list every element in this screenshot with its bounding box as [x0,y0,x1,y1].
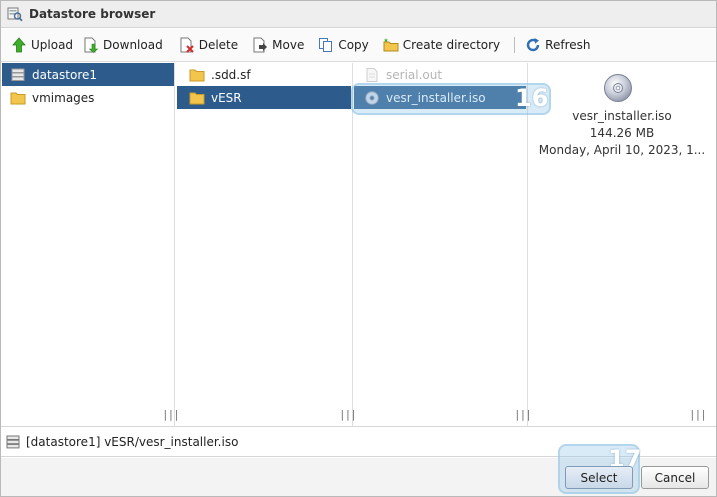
text-file-icon [364,67,380,82]
create-directory-button[interactable]: Create directory [381,33,505,57]
download-button[interactable]: Download [81,33,168,57]
folder-label: vESR [211,90,242,105]
cancel-button[interactable]: Cancel [641,466,709,489]
refresh-button[interactable]: Refresh [523,33,595,57]
disc-image-icon [603,73,633,103]
delete-icon [179,37,195,53]
step-number-badge: 16 [515,84,549,112]
upload-arrow-icon [11,37,27,53]
folder-item-sdd-sf[interactable]: .sdd.sf [177,63,351,86]
preview-file-name: vesr_installer.iso [572,109,672,123]
folder-pane[interactable]: .sdd.sf vESR ||| [176,63,357,427]
title-bar: Datastore browser [1,1,716,28]
move-button[interactable]: Move [250,33,309,57]
datastore-icon [10,68,26,82]
datastore-pane[interactable]: datastore1 vmimages ||| [1,63,180,427]
folder-icon [189,91,205,105]
selected-path-text: [datastore1] vESR/vesr_installer.iso [26,435,239,449]
datastore-item-datastore1[interactable]: datastore1 [2,63,174,86]
toolbar-separator [514,37,516,53]
refresh-icon [525,37,541,53]
column-resize-grip[interactable]: ||| [689,408,707,421]
window-title: Datastore browser [29,7,156,21]
dialog-footer: 17 Select Cancel [1,444,716,496]
folder-icon [10,91,26,105]
file-pane[interactable]: serial.out vesr_installer.iso ||| [353,63,532,427]
select-button[interactable]: Select [565,466,633,489]
preview-file-size: 144.26 MB [589,126,655,140]
datastore-label: datastore1 [32,67,98,82]
datastore-browser-window: Datastore browser Upload Download Delete [0,0,717,497]
new-folder-icon [383,37,399,53]
file-label: serial.out [386,67,443,82]
folder-item-vesr[interactable]: vESR [177,86,351,109]
move-icon [252,37,268,53]
copy-icon [318,37,334,53]
create-directory-label: Create directory [402,38,501,52]
delete-label: Delete [198,38,239,52]
browser-panes: datastore1 vmimages ||| .sdd.sf vESR |||… [1,63,716,427]
preview-pane: vesr_installer.iso 144.26 MB Monday, Apr… [528,63,716,427]
download-icon [83,37,99,53]
datastore-icon [6,435,20,449]
upload-button[interactable]: Upload [9,33,78,57]
folder-icon [189,68,205,82]
toolbar: Upload Download Delete Move Copy Create … [1,29,716,62]
move-label: Move [272,38,305,52]
download-label: Download [103,38,163,52]
datastore-label: vmimages [32,90,95,105]
upload-label: Upload [31,38,74,52]
datastore-browser-icon [7,6,23,22]
preview-file-date: Monday, April 10, 2023, 1... [538,143,706,157]
copy-label: Copy [338,38,369,52]
refresh-label: Refresh [545,38,591,52]
folder-label: .sdd.sf [211,67,251,82]
delete-button[interactable]: Delete [177,33,243,57]
copy-button[interactable]: Copy [316,33,373,57]
datastore-item-vmimages[interactable]: vmimages [2,86,174,109]
